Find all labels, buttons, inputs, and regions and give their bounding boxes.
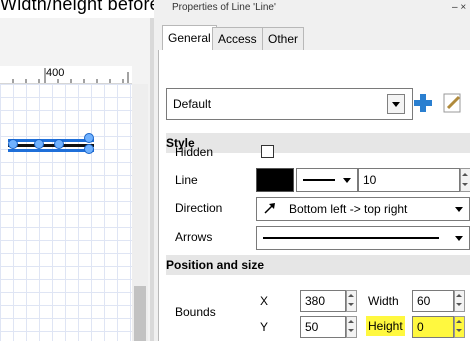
selected-line-stroke[interactable] <box>8 144 94 147</box>
selected-line-stroke[interactable] <box>8 139 94 142</box>
canvas-grid[interactable] <box>0 84 132 341</box>
vertical-scroll-thumb[interactable] <box>134 286 146 341</box>
selection-handle[interactable] <box>54 139 64 149</box>
height-value: 0 <box>417 320 424 334</box>
hidden-checkbox[interactable] <box>261 145 274 158</box>
chevron-down-icon <box>343 178 351 183</box>
y-spinner[interactable] <box>346 316 357 338</box>
y-input[interactable]: 50 <box>300 316 346 338</box>
y-label: Y <box>260 320 269 334</box>
direction-arrow-icon <box>263 201 277 215</box>
chevron-down-icon <box>392 102 400 107</box>
chevron-down-icon <box>455 236 463 241</box>
window-controls[interactable]: – × <box>452 2 466 13</box>
x-input[interactable]: 380 <box>300 290 346 312</box>
line-width-value: 10 <box>363 173 377 187</box>
edit-preset-icon[interactable] <box>442 92 464 114</box>
direction-value: Bottom left -> top right <box>289 202 408 216</box>
position-section-label: Position and size <box>166 258 265 272</box>
arrows-preview <box>263 237 439 239</box>
line-width-spinner[interactable] <box>460 168 470 192</box>
direction-label: Direction <box>175 201 223 215</box>
tab-other[interactable]: Other <box>262 27 305 50</box>
width-label: Width <box>368 294 399 308</box>
spin-up-icon <box>348 294 354 297</box>
line-label: Line <box>175 173 198 187</box>
preset-value: Default <box>173 97 212 111</box>
selection-handle[interactable] <box>8 139 18 149</box>
spin-down-icon <box>456 303 462 306</box>
hidden-label: Hidden <box>175 145 214 159</box>
spin-down-icon <box>348 329 354 332</box>
ruler-ticks <box>12 68 129 83</box>
height-input[interactable]: 0 <box>412 316 454 338</box>
height-spinner[interactable] <box>454 316 465 338</box>
x-label: X <box>260 294 269 308</box>
line-style-select[interactable] <box>296 168 358 192</box>
add-preset-plus-icon[interactable] <box>412 92 434 114</box>
spin-up-icon <box>462 173 468 176</box>
tab-access[interactable]: Access <box>212 27 263 50</box>
x-spinner[interactable] <box>346 290 357 312</box>
spin-down-icon <box>348 303 354 306</box>
selected-line-stroke[interactable] <box>8 149 94 152</box>
line-style-preview <box>303 179 335 181</box>
selection-handle[interactable] <box>84 144 94 154</box>
width-spinner[interactable] <box>454 290 465 312</box>
dialog-title: Properties of Line 'Line' <box>172 2 276 13</box>
selection-handle[interactable] <box>34 139 44 149</box>
preset-dropdown-button[interactable] <box>387 94 405 114</box>
y-value: 50 <box>305 320 319 334</box>
spin-up-icon <box>456 294 462 297</box>
selection-handle[interactable] <box>84 133 94 143</box>
width-input[interactable]: 60 <box>412 290 454 312</box>
spin-up-icon <box>348 320 354 323</box>
position-section-header: Position and size <box>166 255 470 275</box>
height-label: Height <box>366 316 405 336</box>
line-color-swatch[interactable] <box>256 168 294 192</box>
spin-down-icon <box>462 183 468 186</box>
chevron-down-icon <box>455 207 463 212</box>
bounds-label: Bounds <box>175 305 216 319</box>
line-width-input[interactable]: 10 <box>358 168 460 192</box>
tab-general[interactable]: General <box>162 25 217 51</box>
spin-up-icon <box>456 320 462 323</box>
arrows-select[interactable] <box>256 226 470 250</box>
x-value: 380 <box>305 294 326 308</box>
direction-select[interactable]: Bottom left -> top right <box>256 197 470 221</box>
arrows-label: Arrows <box>175 230 213 244</box>
horizontal-ruler: 400 <box>0 66 132 84</box>
spin-down-icon <box>456 329 462 332</box>
width-value: 60 <box>417 294 431 308</box>
